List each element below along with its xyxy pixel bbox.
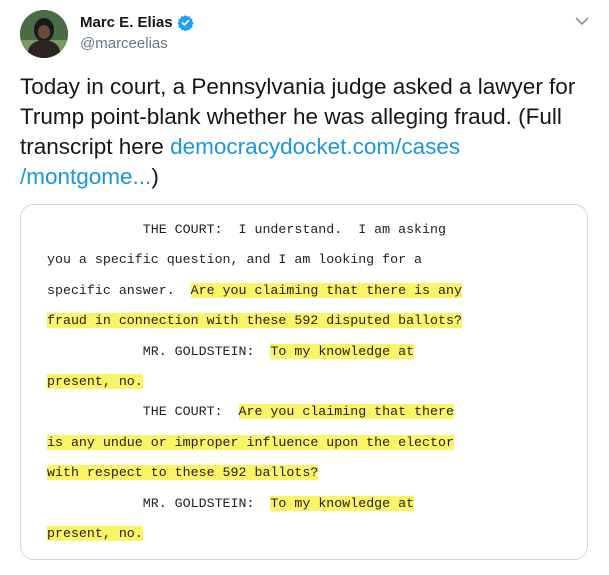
- tweet-text-end: ): [151, 164, 159, 189]
- transcript-line: you a specific question, and I am lookin…: [47, 245, 582, 275]
- transcript-line: with respect to these 592 ballots?: [47, 458, 582, 488]
- transcript-line-text: MR. GOLDSTEIN:: [47, 495, 271, 511]
- tweet-text: Today in court, a Pennsylvania judge ask…: [20, 72, 595, 192]
- transcript-line: present, no.: [47, 519, 582, 549]
- transcript-highlight: Are you claiming that there: [238, 404, 454, 420]
- transcript-highlight: present, no.: [47, 373, 143, 389]
- transcript-line-text: MR. GOLDSTEIN:: [47, 343, 271, 359]
- transcript-highlight: present, no.: [47, 525, 143, 541]
- transcript-highlight: To my knowledge at: [270, 495, 415, 511]
- transcript-line: specific answer. Are you claiming that t…: [47, 276, 582, 306]
- avatar[interactable]: [20, 10, 68, 58]
- transcript-line-text: THE COURT: I understand. I am asking: [47, 222, 446, 237]
- author-name[interactable]: Marc E. Elias: [80, 14, 194, 31]
- transcript-highlight: To my knowledge at: [270, 343, 415, 359]
- transcript-line: is any undue or improper influence upon …: [47, 428, 582, 458]
- author-handle[interactable]: @marceelias: [80, 35, 168, 52]
- transcript-line: THE COURT: I understand. I am asking: [47, 215, 582, 245]
- author-name-text[interactable]: Marc E. Elias: [80, 14, 173, 31]
- transcript-highlight: is any undue or improper influence upon …: [47, 434, 454, 450]
- transcript-highlight: Are you claiming that there is any: [190, 282, 462, 298]
- transcript-line: present, no.: [47, 367, 582, 397]
- transcript-line: MR. GOLDSTEIN: To my knowledge at: [47, 489, 582, 519]
- transcript-highlight: fraud in connection with these 592 dispu…: [47, 313, 462, 329]
- transcript-highlight: with respect to these 592 ballots?: [47, 465, 319, 481]
- transcript-line-text: specific answer.: [47, 282, 191, 298]
- transcript-line: fraud in connection with these 592 dispu…: [47, 306, 582, 336]
- transcript-text: THE COURT: I understand. I am asking you …: [47, 215, 582, 549]
- avatar-photo: [20, 10, 68, 58]
- transcript-image[interactable]: THE COURT: I understand. I am asking you …: [20, 204, 588, 560]
- chevron-down-icon[interactable]: [573, 12, 591, 30]
- transcript-line: THE COURT: Are you claiming that there: [47, 397, 582, 427]
- transcript-line-text: you a specific question, and I am lookin…: [47, 252, 423, 268]
- transcript-line: MR. GOLDSTEIN: To my knowledge at: [47, 337, 582, 367]
- transcript-line-text: THE COURT:: [47, 404, 239, 420]
- verified-badge-icon: [176, 15, 194, 31]
